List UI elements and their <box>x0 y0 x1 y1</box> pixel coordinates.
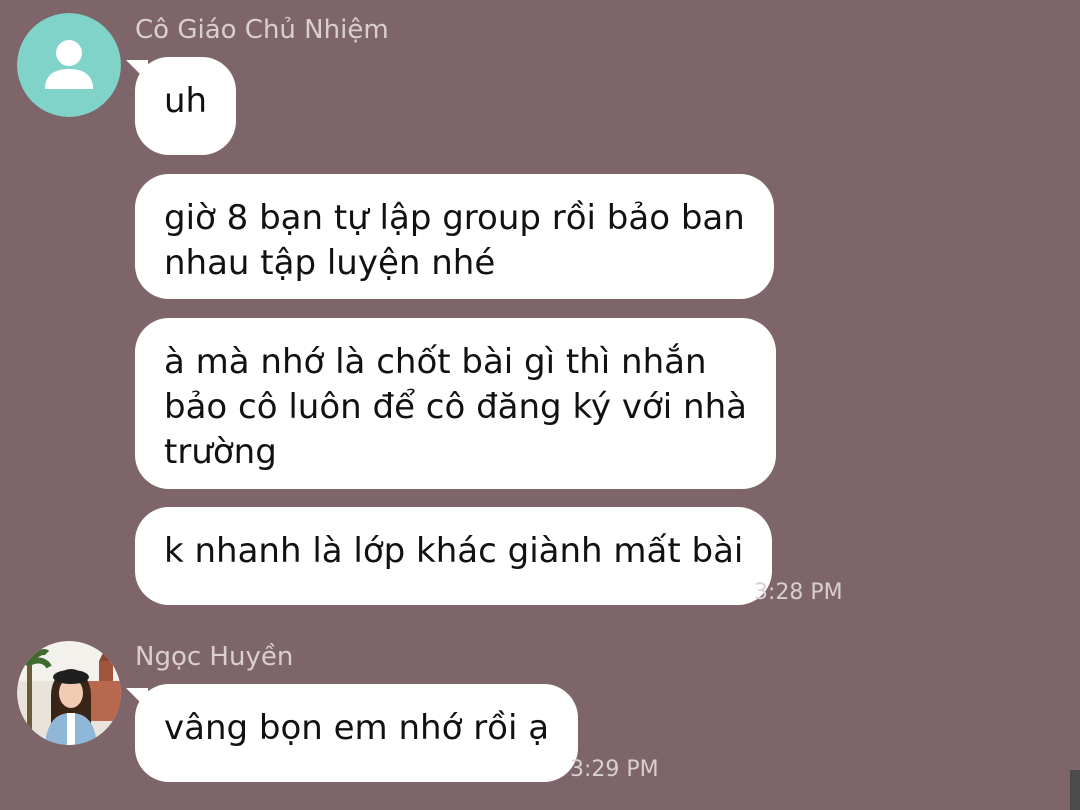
message-bubble[interactable]: k nhanh là lớp khác giành mất bài <box>135 507 773 605</box>
message-bubble[interactable]: uh <box>135 57 237 155</box>
chat-thread[interactable]: Cô Giáo Chủ Nhiệm uh giờ 8 bạn tự lập gr… <box>0 0 1080 810</box>
teacher-avatar[interactable] <box>17 13 121 117</box>
message-text: k nhanh là lớp khác giành mất bài <box>164 531 744 571</box>
message-timestamp: 3:29 PM <box>570 757 659 782</box>
scrollbar-thumb[interactable] <box>1070 770 1080 810</box>
teacher-name: Cô Giáo Chủ Nhiệm <box>135 15 389 45</box>
message-bubble[interactable]: vâng bọn em nhớ rồi ạ <box>135 684 579 782</box>
message-text: uh <box>164 81 208 121</box>
message-text: giờ 8 bạn tự lập group rồi bảo ban <box>164 198 745 238</box>
message-text: nhau tập luyện nhé <box>164 243 496 283</box>
message-bubble[interactable]: giờ 8 bạn tự lập group rồi bảo ban nhau … <box>135 174 774 299</box>
message-text: à mà nhớ là chốt bài gì thì nhắn <box>164 342 707 382</box>
message-bubble[interactable]: à mà nhớ là chốt bài gì thì nhắn bảo cô … <box>135 318 776 489</box>
person-icon <box>17 13 121 117</box>
message-text: vâng bọn em nhớ rồi ạ <box>164 708 550 748</box>
student-name: Ngọc Huyền <box>135 642 294 672</box>
message-timestamp: 3:28 PM <box>754 580 843 605</box>
message-text: trường <box>164 432 277 472</box>
student-avatar[interactable] <box>17 641 121 745</box>
message-text: bảo cô luôn để cô đăng ký với nhà <box>164 387 747 427</box>
profile-photo <box>17 641 121 745</box>
